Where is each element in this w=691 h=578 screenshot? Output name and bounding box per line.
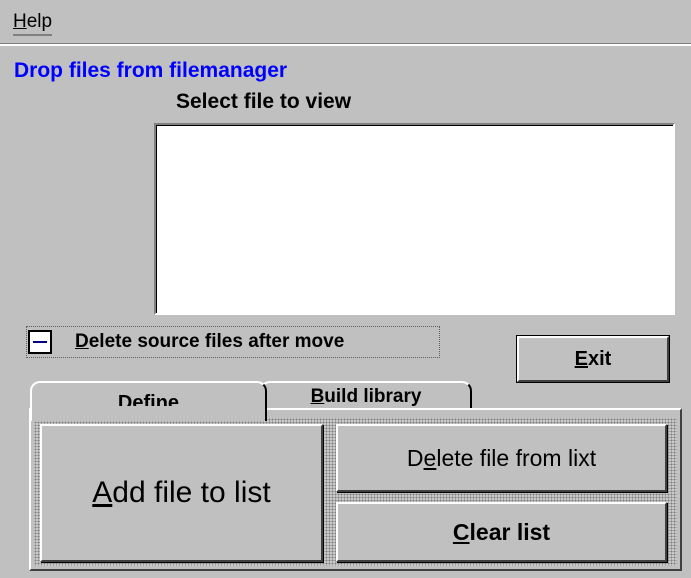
clear-list-label: lear list [469,518,551,545]
delete-file-label: lete file from lixt [436,444,597,471]
exit-button[interactable]: Exit [516,335,670,383]
delete-source-mnemonic: D [75,331,89,352]
menu-item-help-mnemonic: H [13,11,27,32]
delete-file-button[interactable]: De lete file from lixt [336,424,667,492]
exit-label: xit [588,347,612,370]
clear-list-mnemonic: C [452,518,470,545]
delete-source-label[interactable]: Delete source files after move [75,331,344,353]
delete-source-checkbox[interactable] [28,330,52,354]
clear-list-button[interactable]: Clear list [336,502,667,562]
menu-item-help[interactable]: Help [13,11,53,36]
menu-item-help-label: elp [26,11,53,32]
delete-file-label-pre: D [406,444,424,471]
add-file-button[interactable]: Add file to list [40,424,323,562]
add-file-label: dd file to list [112,476,271,509]
menu-bar [0,0,691,44]
select-file-label: Select file to view [176,90,352,113]
tab-build-library[interactable]: Build library [260,381,472,411]
tab-define[interactable]: Define [30,381,267,421]
delete-file-mnemonic: e [423,444,437,471]
dash-icon [33,341,47,343]
file-list-box[interactable] [154,123,675,315]
add-file-mnemonic: A [92,476,113,509]
menu-separator [0,44,691,46]
drop-hint-label: Drop files from filemanager [14,59,288,82]
delete-source-label-text: elete source files after move [88,331,345,352]
tab-join [32,406,265,412]
exit-mnemonic: E [574,347,588,370]
